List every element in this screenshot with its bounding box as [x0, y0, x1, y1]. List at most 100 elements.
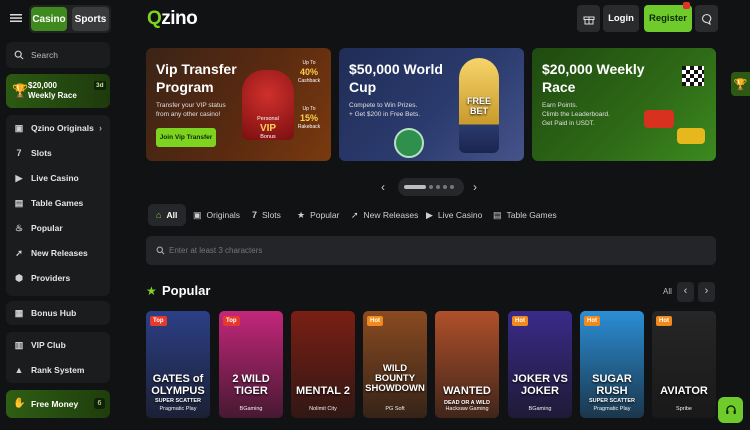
- sidebar-item-new-releases[interactable]: ➚ New Releases: [6, 241, 110, 265]
- sidebar-item-label: Live Casino: [31, 173, 79, 183]
- tab-label: Table Games: [506, 210, 557, 220]
- tab-originals[interactable]: ▣ Originals: [193, 204, 240, 226]
- money-icon: ✋: [13, 398, 26, 409]
- kart-image: [644, 110, 674, 128]
- game-provider: Nolimit City: [309, 406, 337, 412]
- sidebar-nav: ▣ Qzino Originals › 7 Slots ▶ Live Casino ▤…: [6, 115, 110, 296]
- tab-casino[interactable]: Casino: [31, 7, 67, 31]
- login-button[interactable]: Login: [603, 5, 639, 32]
- game-card[interactable]: Top 2 WILD TIGER BGaming: [219, 311, 283, 418]
- sidebar-item-popular[interactable]: ♨ Popular: [6, 216, 110, 240]
- section-next-button[interactable]: ›: [698, 282, 715, 302]
- sidebar-item-table-games[interactable]: ▤ Table Games: [6, 191, 110, 215]
- banner-title: $20,000 Weekly Race: [542, 61, 645, 95]
- game-card[interactable]: WANTED DEAD OR A WILD Hacksaw Gaming: [435, 311, 499, 418]
- sidebar-item-label: Bonus Hub: [31, 308, 77, 318]
- game-badge: Hot: [584, 316, 600, 326]
- trophy-icon: 🏆: [12, 83, 29, 98]
- tab-label: Popular: [310, 210, 340, 220]
- game-subtitle: SUPER SCATTER: [588, 398, 636, 404]
- carousel-dot[interactable]: [443, 185, 447, 189]
- slots-icon: 7: [252, 210, 258, 220]
- free-money-label: Free Money: [31, 399, 79, 409]
- originals-icon: ▣: [14, 122, 24, 133]
- world-cup-banner[interactable]: $50,000 World Cup Compete to Win Prizes.…: [339, 48, 524, 161]
- game-card[interactable]: Hot SUGAR RUSH SUPER SCATTER Pragmatic Play: [580, 311, 644, 418]
- tag-up-to: Up To: [302, 60, 316, 66]
- game-card[interactable]: Hot JOKER VS JOKER BGaming: [508, 311, 572, 418]
- join-vip-transfer-button[interactable]: Join Vip Transfer: [156, 128, 216, 147]
- carousel-next-button[interactable]: ›: [473, 180, 477, 194]
- tag-personal: Personal: [257, 116, 279, 122]
- chat-button[interactable]: [695, 5, 718, 32]
- tab-popular[interactable]: ★ Popular: [297, 204, 339, 226]
- tab-label: All: [166, 210, 178, 220]
- section-prev-button[interactable]: ‹: [677, 282, 694, 302]
- trophy-icon: 🏆: [733, 78, 748, 91]
- sidebar-item-live-casino[interactable]: ▶ Live Casino: [6, 166, 110, 190]
- free-money-button[interactable]: ✋ Free Money 6: [6, 390, 110, 418]
- game-card[interactable]: Top GATES of OLYMPUS SUPER SCATTER Pragmati…: [146, 311, 210, 418]
- tab-sports[interactable]: Sports: [72, 7, 109, 31]
- game-card[interactable]: MENTAL 2 Nolimit City: [291, 311, 355, 418]
- sidebar-item-vip-club[interactable]: ▥ VIP Club: [6, 333, 110, 357]
- tab-slots[interactable]: 7 Slots: [252, 204, 281, 226]
- vip-bonus-tag: Personal VIP Bonus: [251, 116, 285, 141]
- game-provider: Pragmatic Play: [593, 406, 631, 412]
- carousel-prev-button[interactable]: ‹: [381, 180, 385, 194]
- sidebar-item-label: New Releases: [31, 248, 88, 258]
- tab-live-casino[interactable]: ▶ Live Casino: [426, 204, 482, 226]
- tag-40: 40%: [299, 67, 318, 77]
- carousel-dot[interactable]: [450, 185, 454, 189]
- rocket-icon: ➚: [351, 209, 359, 220]
- game-search-input[interactable]: [169, 242, 569, 259]
- support-button[interactable]: [718, 397, 743, 423]
- tab-new-releases[interactable]: ➚ New Releases: [351, 204, 418, 226]
- star-icon: ★: [146, 284, 157, 298]
- table-games-icon: ▤: [14, 197, 24, 208]
- banner-subtitle: Earn Points. Climb the Leaderboard. Get …: [542, 102, 610, 127]
- logo[interactable]: Qzino: [147, 8, 198, 30]
- home-icon: ⌂: [156, 210, 162, 220]
- menu-icon[interactable]: [10, 12, 22, 24]
- sidebar-item-bonus-hub[interactable]: ▦ Bonus Hub: [6, 301, 110, 325]
- sidebar-bonus[interactable]: ▦ Bonus Hub: [6, 301, 110, 325]
- carousel-dot[interactable]: [436, 185, 440, 189]
- game-card[interactable]: Hot AVIATOR Spribe: [652, 311, 716, 418]
- tab-all[interactable]: ⌂ All: [148, 204, 186, 226]
- game-badge: Hot: [367, 316, 383, 326]
- free-money-count: 6: [94, 398, 105, 409]
- sidebar-item-providers[interactable]: ⬢ Providers: [6, 266, 110, 290]
- banner-subtitle: Transfer your VIP status from any other …: [156, 102, 226, 118]
- kart-image: [677, 128, 705, 144]
- game-card[interactable]: Hot WILD BOUNTY SHOWDOWN PG Soft: [363, 311, 427, 418]
- weekly-race-promo[interactable]: 🏆 $20,000 Weekly Race 3d: [6, 74, 110, 108]
- game-search-bar[interactable]: [146, 236, 716, 265]
- game-provider: BGaming: [239, 406, 263, 412]
- game-title: MENTAL 2: [296, 385, 350, 397]
- carousel-dot-active[interactable]: [404, 185, 426, 189]
- providers-icon: ⬢: [15, 272, 23, 283]
- sidebar-item-label: Slots: [31, 148, 52, 158]
- game-provider: Hacksaw Gaming: [445, 406, 489, 412]
- search-label: Search: [31, 50, 58, 60]
- gift-button[interactable]: [577, 5, 600, 32]
- section-title: Popular: [162, 283, 211, 298]
- see-all-link[interactable]: All: [663, 287, 672, 296]
- race-side-tab[interactable]: 🏆: [731, 72, 750, 96]
- weekly-race-banner[interactable]: $20,000 Weekly Race Earn Points. Climb t…: [532, 48, 716, 161]
- search-icon: [156, 246, 165, 255]
- rakeback-tag: Up To 15% Rakeback: [294, 106, 324, 131]
- tab-table-games[interactable]: ▤ Table Games: [493, 204, 557, 226]
- register-button[interactable]: Register: [644, 5, 692, 32]
- sidebar-item-originals[interactable]: ▣ Qzino Originals ›: [6, 116, 110, 140]
- game-badge: Top: [223, 316, 240, 326]
- game-title: 2 WILD TIGER: [232, 373, 270, 397]
- sidebar-item-label: Table Games: [31, 198, 84, 208]
- carousel-dot[interactable]: [429, 185, 433, 189]
- sidebar-search[interactable]: Search: [6, 42, 110, 68]
- vip-transfer-banner[interactable]: Vip Transfer Program Transfer your VIP s…: [146, 48, 331, 161]
- sidebar-item-rank-system[interactable]: ▲ Rank System: [6, 358, 110, 382]
- sidebar-item-label: Popular: [31, 223, 63, 233]
- sidebar-item-slots[interactable]: 7 Slots: [6, 141, 110, 165]
